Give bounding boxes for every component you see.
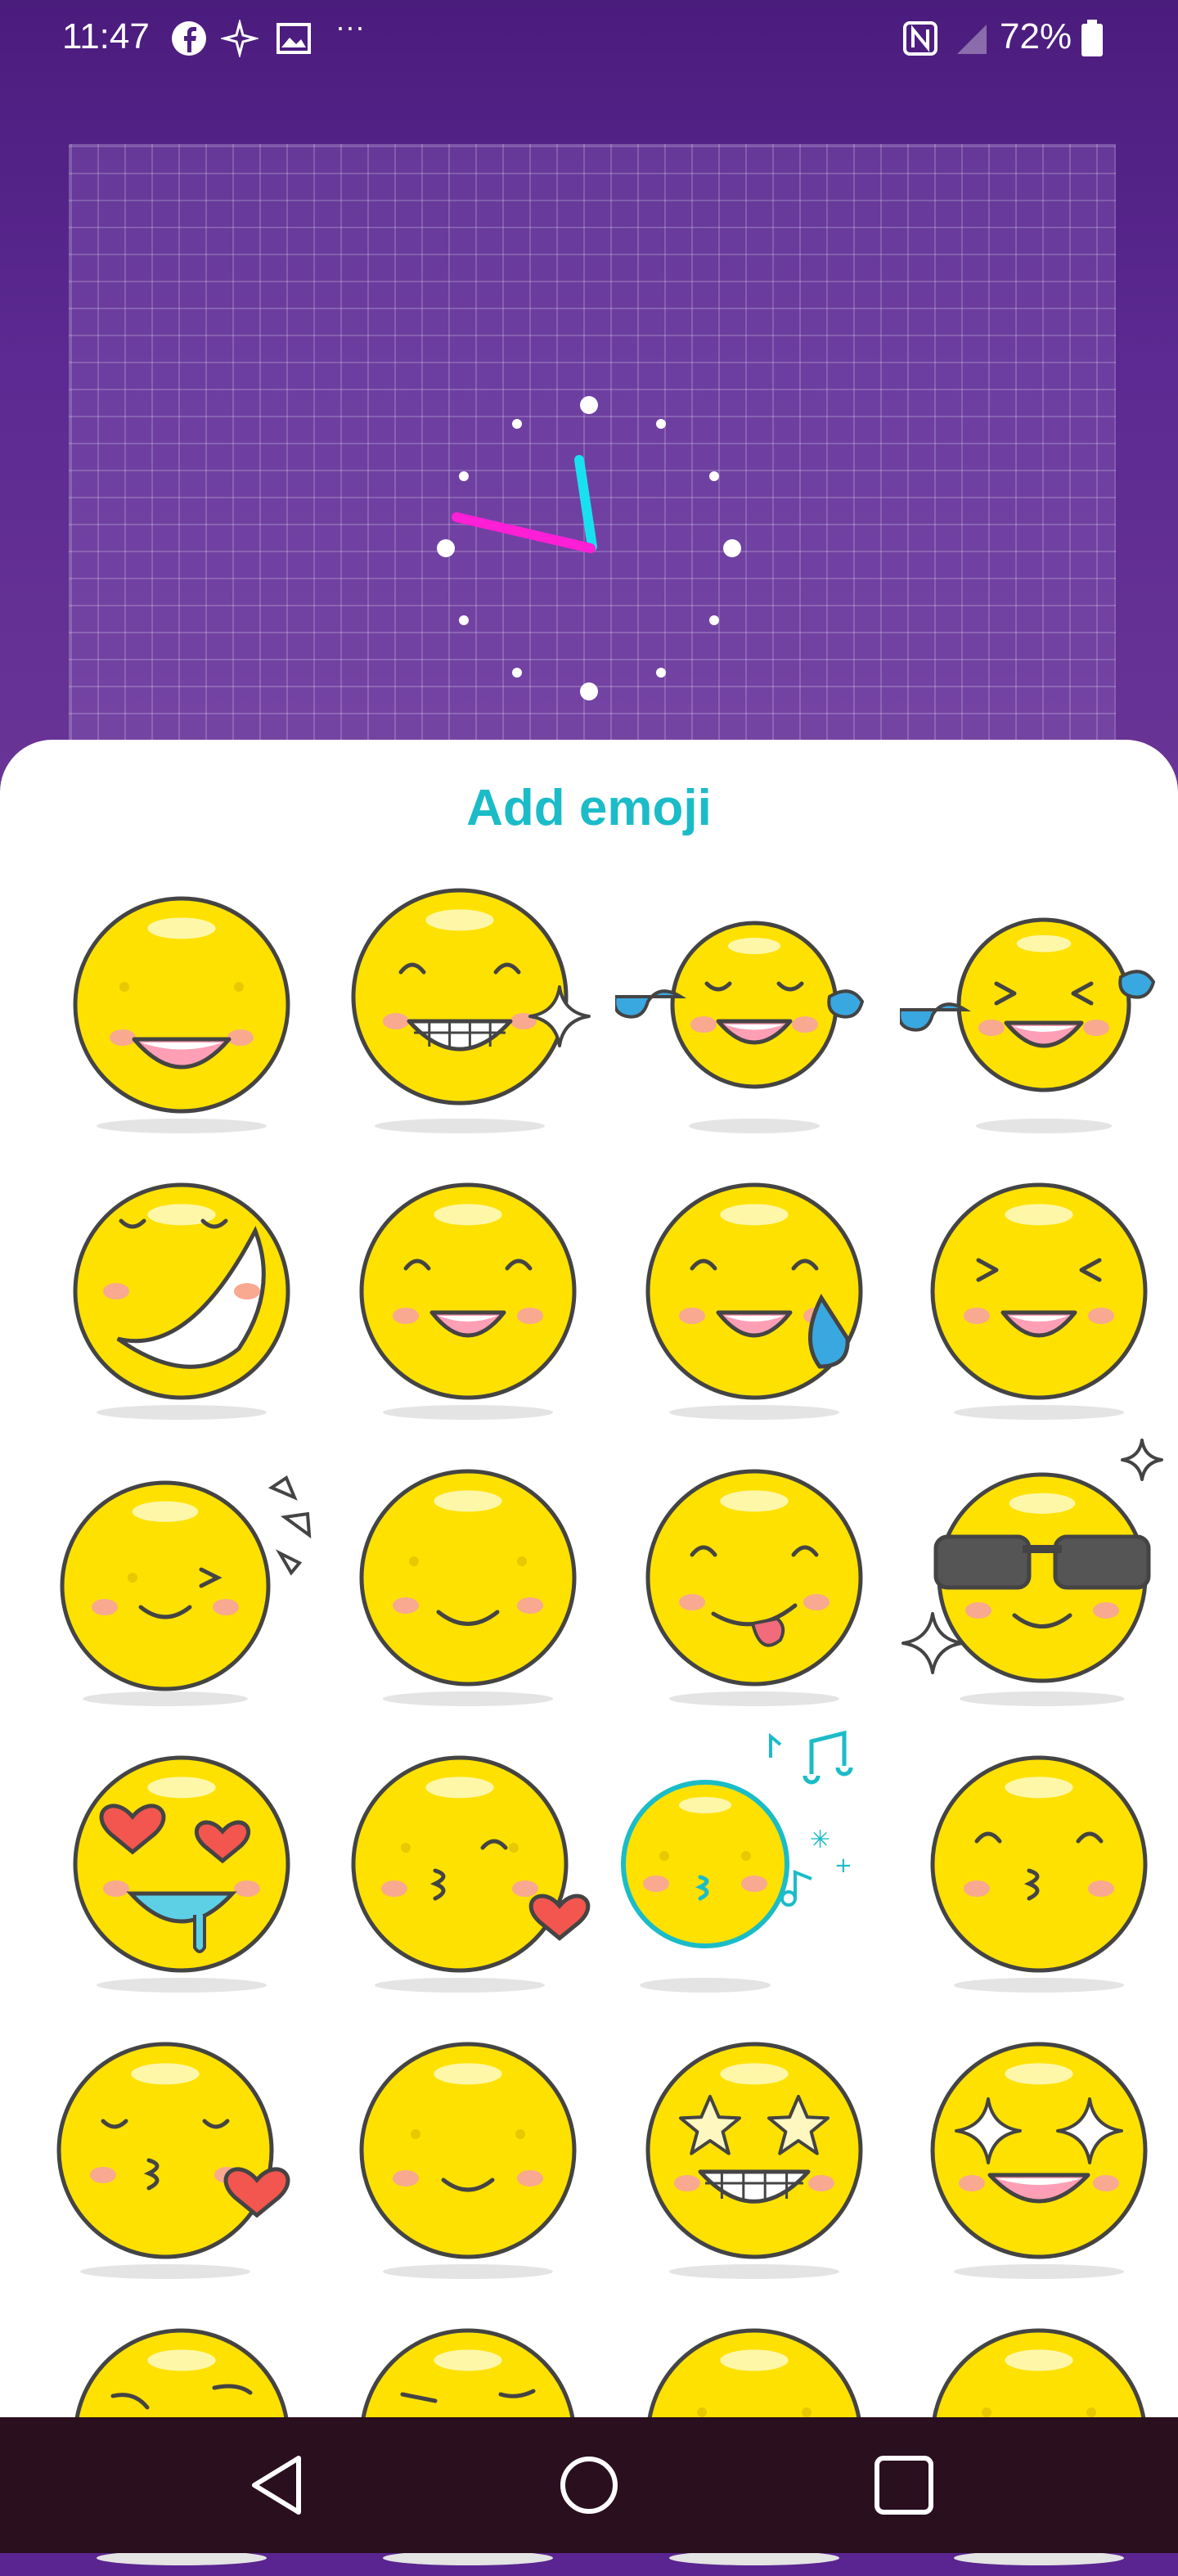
emoji-whistle-music-icon: ✳+ <box>621 1730 853 1993</box>
minute-hand <box>574 455 597 552</box>
emoji-laughing-tears-tilted[interactable] <box>900 866 1178 1144</box>
analog-clock <box>437 396 741 700</box>
clock-dot-5 <box>656 668 666 678</box>
emoji-kiss-closed-eyes[interactable] <box>900 1725 1178 2003</box>
clock-dot-10 <box>459 471 469 481</box>
emoji-sweat-smile-icon <box>645 1182 863 1420</box>
emoji-big-smile[interactable] <box>43 866 321 1144</box>
emoji-tongue-out[interactable] <box>615 1439 893 1717</box>
emoji-calm-smile[interactable] <box>329 1439 607 1717</box>
gallery-icon <box>277 23 311 54</box>
emoji-heart-eyes-drool-icon <box>73 1755 290 1993</box>
nfc-icon <box>903 21 937 56</box>
emoji-rolling-laugh-icon <box>73 1182 290 1420</box>
emoji-laughing-tears-tilted-icon <box>900 917 1156 1133</box>
clock-dot-2 <box>709 471 719 481</box>
status-bar: 11:47 ··· 72% <box>0 0 1178 79</box>
hour-hand <box>452 512 596 553</box>
emoji-tears-of-joy[interactable] <box>615 866 893 1144</box>
emoji-happy-smile-icon <box>359 1182 577 1420</box>
emoji-wink-shout[interactable] <box>43 1439 321 1717</box>
home-button[interactable] <box>552 2448 626 2522</box>
emoji-kiss-heart-closed-eyes[interactable] <box>43 2011 321 2290</box>
emoji-kiss-heart[interactable] <box>329 1725 607 2003</box>
clock-dot-3 <box>723 539 741 557</box>
sheet-title: Add emoji <box>466 780 712 836</box>
clock-dot-6 <box>580 682 598 700</box>
emoji-kiss-closed-eyes-icon <box>930 1755 1148 1993</box>
emoji-happy-smile[interactable] <box>329 1152 607 1430</box>
navigation-bar <box>0 2417 1178 2553</box>
svg-text:+: + <box>834 1853 852 1878</box>
facebook-icon <box>172 21 206 56</box>
svg-text:✳: ✳ <box>810 1826 830 1854</box>
emoji-rolling-laugh[interactable] <box>43 1152 321 1430</box>
status-time: 11:47 <box>62 16 150 56</box>
clock-dot-9 <box>437 539 455 557</box>
emoji-star-eyes-grin-icon <box>645 2042 863 2279</box>
clock-dot-4 <box>709 615 719 625</box>
recents-button[interactable] <box>867 2448 941 2522</box>
clock-dot-8 <box>459 615 469 625</box>
emoji-sweat-smile[interactable] <box>615 1152 893 1430</box>
emoji-wink-shout-icon <box>60 1475 312 1706</box>
clock-dot-7 <box>512 668 522 678</box>
emoji-sparkle-eyes-grin[interactable] <box>900 2011 1178 2290</box>
emoji-heart-eyes-drool[interactable] <box>43 1725 321 2003</box>
emoji-tongue-out-icon <box>645 1469 863 1706</box>
signal-icon <box>957 25 987 54</box>
emoji-slight-smile-icon <box>359 2042 577 2279</box>
emoji-kiss-heart-icon <box>351 1755 591 1993</box>
battery-percent: 72% <box>1000 16 1072 56</box>
clock-dot-12 <box>580 396 598 414</box>
battery-icon <box>1081 20 1103 56</box>
emoji-sparkle-eyes-grin-icon <box>930 2042 1148 2279</box>
back-button[interactable] <box>241 2448 315 2522</box>
emoji-squint-laugh[interactable] <box>900 1152 1178 1430</box>
emoji-big-smile-icon <box>73 896 290 1133</box>
emoji-grin-sparkle-icon <box>351 888 591 1133</box>
clock-dot-11 <box>512 419 522 429</box>
emoji-grin-sparkle[interactable] <box>329 866 607 1144</box>
emoji-calm-smile-icon <box>359 1469 577 1706</box>
sparkle-app-icon <box>221 20 259 57</box>
add-emoji-sheet: Add emoji ✳ + <box>0 740 1178 2565</box>
emoji-kiss-heart-closed-eyes-icon <box>56 2042 290 2279</box>
emoji-whistle-music[interactable]: ✳ + <box>615 1725 893 2003</box>
emoji-cool-sunglasses[interactable] <box>900 1439 1178 1717</box>
emoji-cool-sunglasses-icon <box>901 1439 1164 1706</box>
more-notifications-icon: ··· <box>335 10 365 43</box>
emoji-tears-of-joy-icon <box>615 921 865 1133</box>
emoji-slight-smile[interactable] <box>329 2011 607 2290</box>
emoji-star-eyes-grin[interactable] <box>615 2011 893 2290</box>
emoji-squint-laugh-icon <box>930 1182 1148 1420</box>
clock-dot-1 <box>656 419 666 429</box>
